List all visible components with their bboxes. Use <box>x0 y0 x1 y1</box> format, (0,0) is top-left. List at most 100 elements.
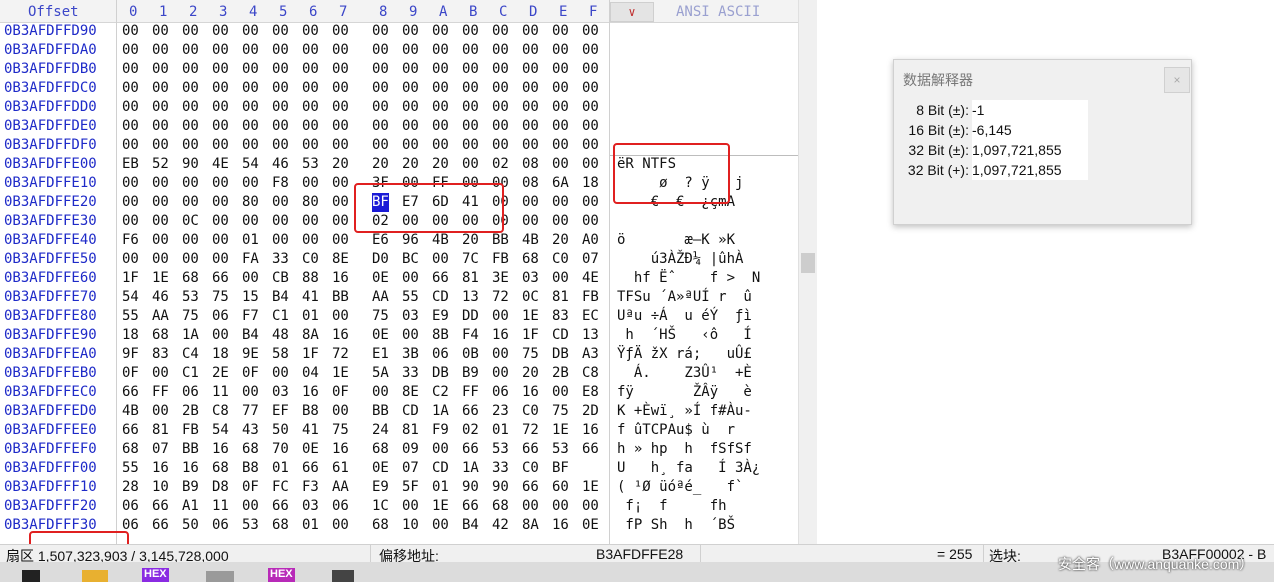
hex-byte[interactable]: 00 <box>402 326 419 345</box>
hex-byte[interactable]: 8B <box>432 326 449 345</box>
hex-byte[interactable]: 53 <box>242 516 259 535</box>
hex-byte[interactable]: FB <box>182 421 199 440</box>
hex-byte[interactable]: FB <box>582 288 599 307</box>
hex-byte[interactable]: DB <box>552 345 569 364</box>
hex-byte[interactable]: 15 <box>242 288 259 307</box>
hex-row[interactable]: 0B3AFDFFDD0 00 00 00 00 00 00 00 00 00 00 00 00 00 00 0… <box>0 98 798 117</box>
hex-byte[interactable]: 54 <box>122 288 139 307</box>
hex-byte[interactable]: 00 <box>552 155 569 174</box>
hex-byte[interactable]: 00 <box>152 117 169 136</box>
hex-byte[interactable]: 66 <box>462 497 479 516</box>
hex-byte[interactable]: 00 <box>582 98 599 117</box>
hex-byte[interactable]: 00 <box>582 22 599 41</box>
hex-byte[interactable]: A3 <box>582 345 599 364</box>
hex-byte[interactable]: 00 <box>492 364 509 383</box>
hex-byte[interactable]: 00 <box>552 383 569 402</box>
hex-byte[interactable]: D8 <box>212 478 229 497</box>
hex-byte[interactable]: 01 <box>272 459 289 478</box>
hex-row[interactable]: 0B3AFDFFEB0 0F 00 C1 2E 0F 00 04 1E 5A 33 DB B9 00 20 2… <box>0 364 798 383</box>
hex-byte[interactable]: C8 <box>582 364 599 383</box>
hex-byte[interactable]: 5A <box>372 364 389 383</box>
hex-byte[interactable]: 1E <box>522 307 539 326</box>
hex-byte[interactable]: 00 <box>182 250 199 269</box>
hex-row[interactable]: 0B3AFDFFED0 4B 00 2B C8 77 EF B8 00 BB CD 1A 66 23 C0 7… <box>0 402 798 421</box>
hex-byte[interactable]: 1E <box>332 364 349 383</box>
hex-byte[interactable]: 66 <box>272 497 289 516</box>
hex-byte[interactable]: 00 <box>462 60 479 79</box>
hex-byte[interactable]: 00 <box>432 250 449 269</box>
hex-byte[interactable]: 00 <box>152 174 169 193</box>
hex-byte[interactable]: 96 <box>402 231 419 250</box>
hex-row[interactable]: 0B3AFDFFDA0 00 00 00 00 00 00 00 00 00 00 00 00 00 00 0… <box>0 41 798 60</box>
hex-byte[interactable]: 00 <box>182 117 199 136</box>
hex-byte[interactable]: 00 <box>332 60 349 79</box>
hex-row[interactable]: 0B3AFDFFE90 18 68 1A 00 B4 48 8A 16 0E 00 8B F4 16 1F C… <box>0 326 798 345</box>
hex-byte[interactable]: 03 <box>272 383 289 402</box>
hex-byte[interactable]: 00 <box>582 497 599 516</box>
hex-byte[interactable]: 00 <box>212 326 229 345</box>
hex-byte[interactable]: 00 <box>372 383 389 402</box>
hex-byte[interactable]: 8E <box>402 383 419 402</box>
hex-byte[interactable]: 00 <box>332 402 349 421</box>
hex-byte[interactable]: 0B <box>462 345 479 364</box>
hex-byte[interactable]: 11 <box>212 383 229 402</box>
hex-byte[interactable]: 16 <box>212 440 229 459</box>
hex-row[interactable]: 0B3AFDFFE40 F6 00 00 00 01 00 00 00 E6 96 4B 20 BB 4B 2… <box>0 231 798 250</box>
hex-byte[interactable]: B9 <box>462 364 479 383</box>
hex-byte[interactable]: 00 <box>182 231 199 250</box>
hex-byte[interactable]: 1E <box>432 497 449 516</box>
hex-byte[interactable]: 00 <box>212 22 229 41</box>
hex-byte[interactable]: 20 <box>332 155 349 174</box>
ascii-text[interactable]: ( ¹Ø üóªé_ f` <box>617 478 743 497</box>
hex-byte[interactable]: 60 <box>552 478 569 497</box>
hex-byte[interactable]: 00 <box>582 193 599 212</box>
hex-byte[interactable]: 66 <box>122 383 139 402</box>
hex-byte[interactable]: 08 <box>522 174 539 193</box>
hex-byte[interactable]: 00 <box>462 136 479 155</box>
interpreter-value[interactable]: 1,097,721,855 <box>972 140 1088 160</box>
hex-byte[interactable]: 00 <box>272 231 289 250</box>
hex-byte[interactable]: 00 <box>152 250 169 269</box>
hex-byte[interactable]: 02 <box>462 421 479 440</box>
hex-byte[interactable]: 01 <box>242 231 259 250</box>
hex-byte[interactable]: 00 <box>372 60 389 79</box>
hex-byte[interactable]: 06 <box>212 307 229 326</box>
hex-byte[interactable]: 68 <box>152 326 169 345</box>
hex-byte[interactable]: 16 <box>332 269 349 288</box>
hex-row[interactable]: 0B3AFDFFDE0 00 00 00 00 00 00 00 00 00 00 00 00 00 00 0… <box>0 117 798 136</box>
hex-byte[interactable]: 00 <box>182 22 199 41</box>
hex-byte[interactable]: 00 <box>242 60 259 79</box>
hex-byte[interactable]: 06 <box>212 516 229 535</box>
hex-byte[interactable]: 42 <box>492 516 509 535</box>
hex-row[interactable]: 0B3AFDFFE60 1F 1E 68 66 00 CB 88 16 0E 00 66 81 3E 03 0… <box>0 269 798 288</box>
hex-byte[interactable]: C0 <box>522 402 539 421</box>
hex-byte[interactable]: 0F <box>242 478 259 497</box>
hex-row[interactable]: 0B3AFDFFEC0 66 FF 06 11 00 03 16 0F 00 8E C2 FF 06 16 0… <box>0 383 798 402</box>
hex-byte[interactable]: 00 <box>492 117 509 136</box>
hex-byte[interactable]: 00 <box>432 117 449 136</box>
hex-byte[interactable]: 00 <box>302 98 319 117</box>
hex-byte[interactable]: 3B <box>402 345 419 364</box>
hex-byte[interactable]: 18 <box>582 174 599 193</box>
hex-byte[interactable]: 52 <box>152 155 169 174</box>
hex-byte[interactable]: C0 <box>522 459 539 478</box>
hex-byte[interactable]: 16 <box>332 326 349 345</box>
hex-byte[interactable]: 1F <box>302 345 319 364</box>
hex-byte[interactable]: 20 <box>522 364 539 383</box>
hex-byte[interactable]: 00 <box>242 136 259 155</box>
hex-row[interactable]: 0B3AFDFFF10 28 10 B9 D8 0F FC F3 AA E9 5F 01 90 90 66 6… <box>0 478 798 497</box>
hex-row[interactable]: 0B3AFDFFD90 00 00 00 00 00 00 00 00 00 00 00 00 00 00 0… <box>0 22 798 41</box>
hex-byte[interactable]: 00 <box>462 155 479 174</box>
hex-byte[interactable]: 00 <box>522 22 539 41</box>
hex-byte[interactable]: 00 <box>402 22 419 41</box>
hex-byte[interactable]: 00 <box>582 79 599 98</box>
hex-byte[interactable]: 00 <box>402 79 419 98</box>
hex-byte[interactable]: 00 <box>332 136 349 155</box>
interpreter-value[interactable]: -1 <box>972 100 1088 120</box>
ascii-text[interactable]: h » hp h fSfSf <box>617 440 752 459</box>
hex-byte[interactable]: 61 <box>332 459 349 478</box>
hex-byte[interactable]: 81 <box>402 421 419 440</box>
hex-byte[interactable]: 00 <box>522 497 539 516</box>
hex-byte[interactable]: 13 <box>462 288 479 307</box>
hex-byte[interactable]: 88 <box>302 269 319 288</box>
